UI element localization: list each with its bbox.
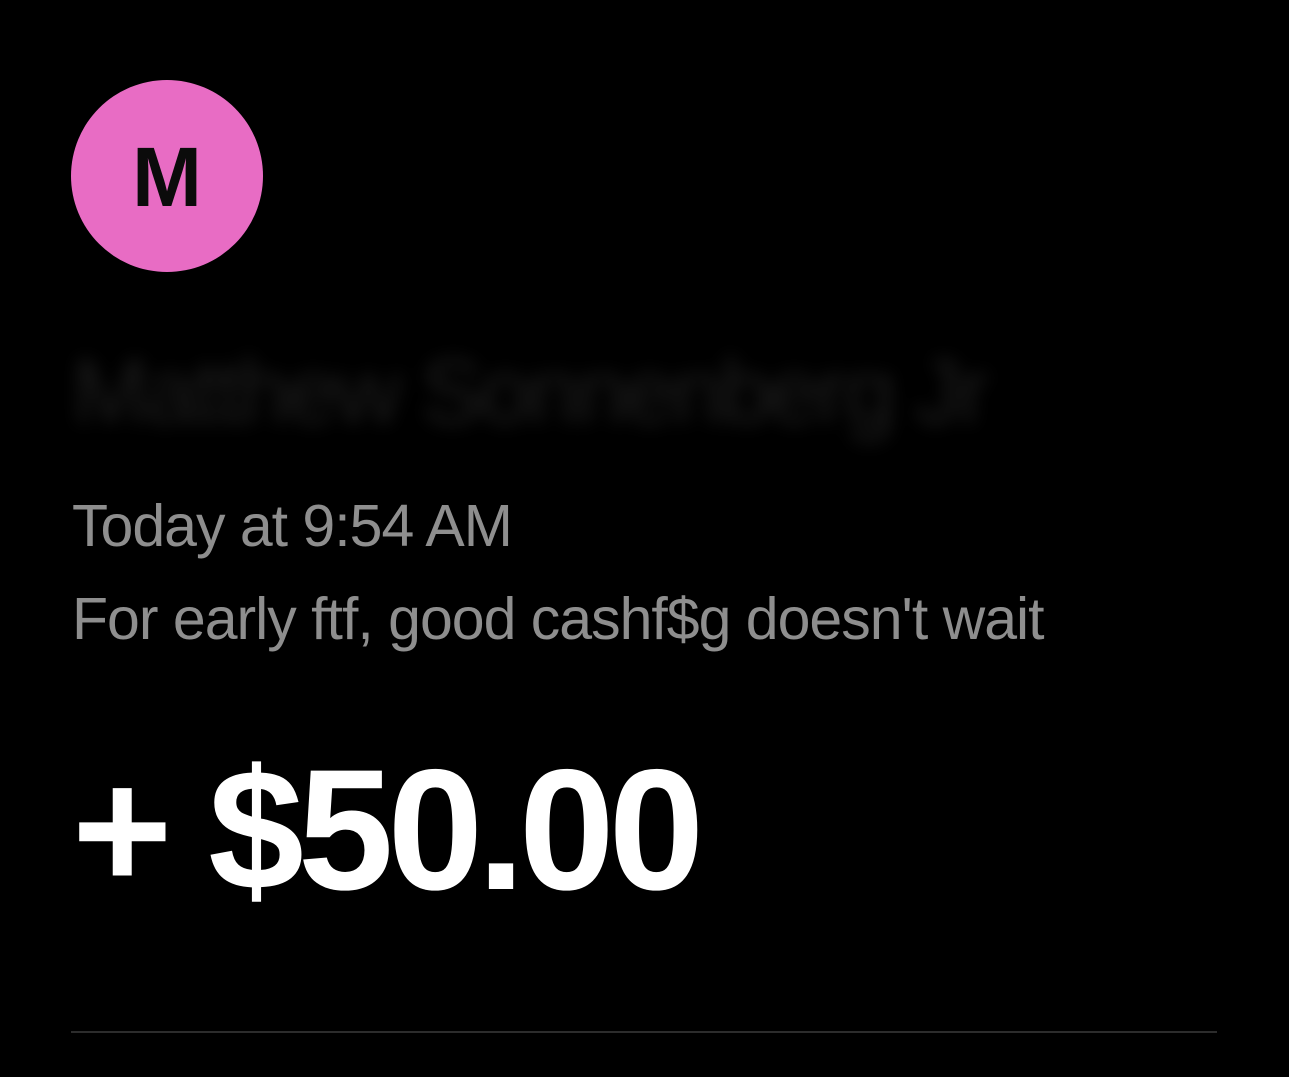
transaction-timestamp: Today at 9:54 AM: [72, 493, 513, 559]
transaction-note: For early ftf, good cashf$g doesn't wait: [72, 586, 1045, 652]
sender-name: Matthew Sonnenberg Jr: [72, 341, 989, 443]
avatar[interactable]: M: [71, 80, 263, 272]
avatar-initial: M: [132, 130, 202, 224]
divider: [71, 1031, 1217, 1033]
transaction-detail-screen: M Matthew Sonnenberg Jr Today at 9:54 AM…: [0, 0, 1289, 1077]
transaction-amount: + $50.00: [72, 734, 704, 926]
